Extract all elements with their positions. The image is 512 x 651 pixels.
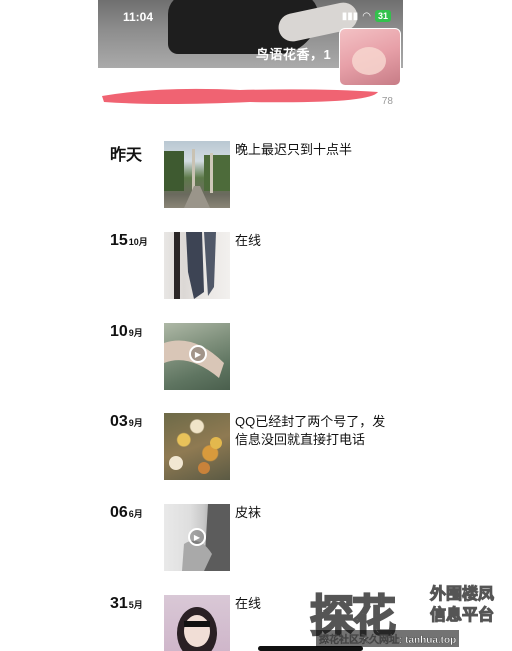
- profile-nickname[interactable]: 鸟语花香，1: [256, 44, 331, 63]
- profile-count: 78: [381, 96, 393, 107]
- post-date: 109月: [110, 323, 143, 341]
- post-caption: 皮袜: [235, 505, 262, 520]
- post-caption: 在线: [235, 233, 262, 248]
- post-thumbnail[interactable]: [164, 141, 230, 208]
- post-day: 10: [110, 323, 128, 340]
- signal-icon: ▮▮▮: [341, 10, 359, 22]
- post-month: 9月: [128, 328, 143, 338]
- play-icon[interactable]: ▶: [189, 345, 207, 363]
- watermark: 探花 外围楼凤 信息平台 探花社区永久网址: tanhua.top: [309, 580, 506, 648]
- watermark-tagline: 外围楼凤 信息平台: [429, 584, 495, 626]
- post-month: 6月: [128, 509, 143, 519]
- post-thumbnail[interactable]: [164, 232, 230, 299]
- post-month: 9月: [128, 418, 143, 428]
- watermark-line1: 外围楼凤: [429, 586, 495, 604]
- post-caption: 晚上最迟只到十点半: [235, 142, 353, 157]
- status-time: 11:04: [123, 10, 154, 24]
- status-bar-icons: ▮▮▮ ◠ 31: [342, 10, 391, 22]
- battery-icon: 31: [374, 10, 391, 22]
- post-day: 昨天: [110, 147, 143, 164]
- post-video-thumbnail[interactable]: ▶: [164, 504, 230, 571]
- legs-image: [174, 232, 216, 299]
- post-date: 039月: [110, 413, 143, 431]
- avatar-figure: [352, 47, 386, 75]
- moments-profile-screen: 11:04 ▮▮▮ ◠ 31 鸟语花香，1 78 昨天 晚上最迟只到十点半 15…: [98, 0, 403, 651]
- play-icon[interactable]: ▶: [188, 528, 206, 546]
- post-day: 31: [110, 595, 128, 612]
- post-date: 昨天: [110, 141, 143, 165]
- post-date: 1510月: [110, 232, 148, 250]
- palm-trees-image: [164, 149, 230, 208]
- post-caption: QQ已经封了两个号了，发信息没回就直接打电话: [235, 414, 386, 447]
- post-thumbnail[interactable]: [164, 413, 230, 480]
- post-month: 10月: [128, 237, 148, 247]
- post-day: 06: [110, 504, 128, 521]
- post-video-thumbnail[interactable]: ▶: [164, 323, 230, 390]
- redaction-mark: [102, 88, 378, 104]
- post-day: 03: [110, 413, 128, 430]
- post-date: 066月: [110, 504, 143, 522]
- watermark-line2: 信息平台: [429, 607, 495, 625]
- post-month: 5月: [128, 600, 143, 610]
- wifi-icon: ◠: [362, 10, 371, 22]
- post-day: 15: [110, 232, 128, 249]
- watermark-url: 探花社区永久网址: tanhua.top: [316, 630, 460, 647]
- selfie-image: [177, 607, 217, 651]
- post-thumbnail[interactable]: [164, 595, 230, 651]
- post-date: 315月: [110, 595, 143, 613]
- profile-avatar[interactable]: [339, 28, 401, 86]
- flowers-image: [169, 437, 222, 474]
